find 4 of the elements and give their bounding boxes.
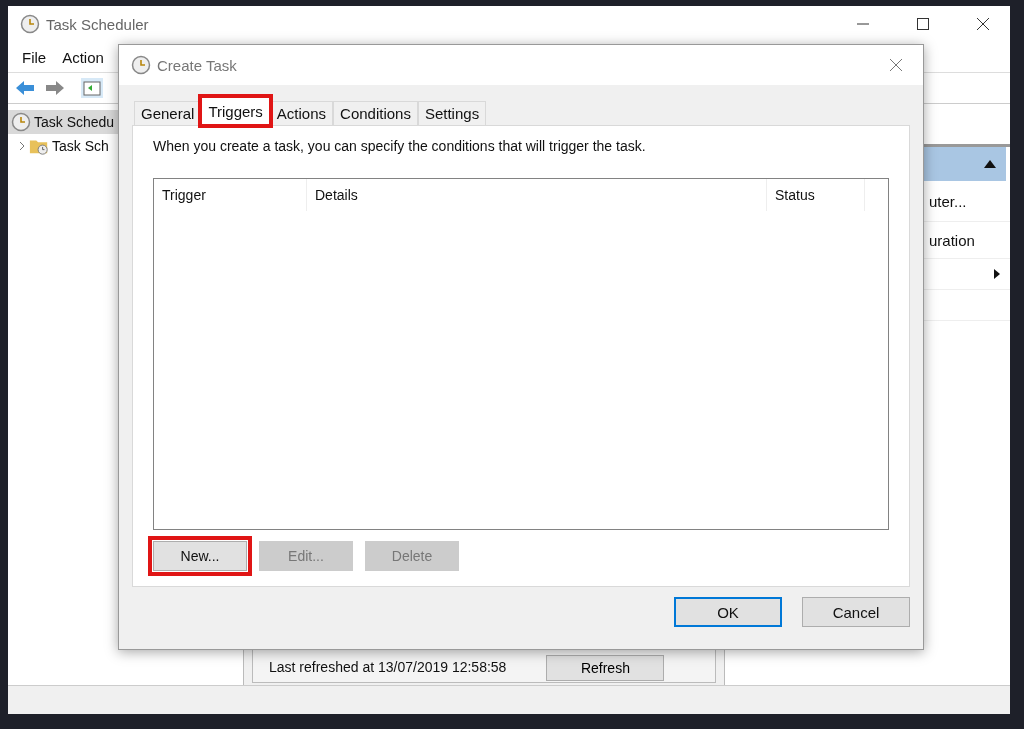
window-title: Task Scheduler [46, 15, 149, 33]
dialog-title: Create Task [157, 56, 237, 74]
description-text: When you create a task, you can specify the conditions that will trigger the task. [153, 138, 647, 154]
status-text: Last refreshed at 13/07/2019 12:58:58 [269, 659, 507, 677]
